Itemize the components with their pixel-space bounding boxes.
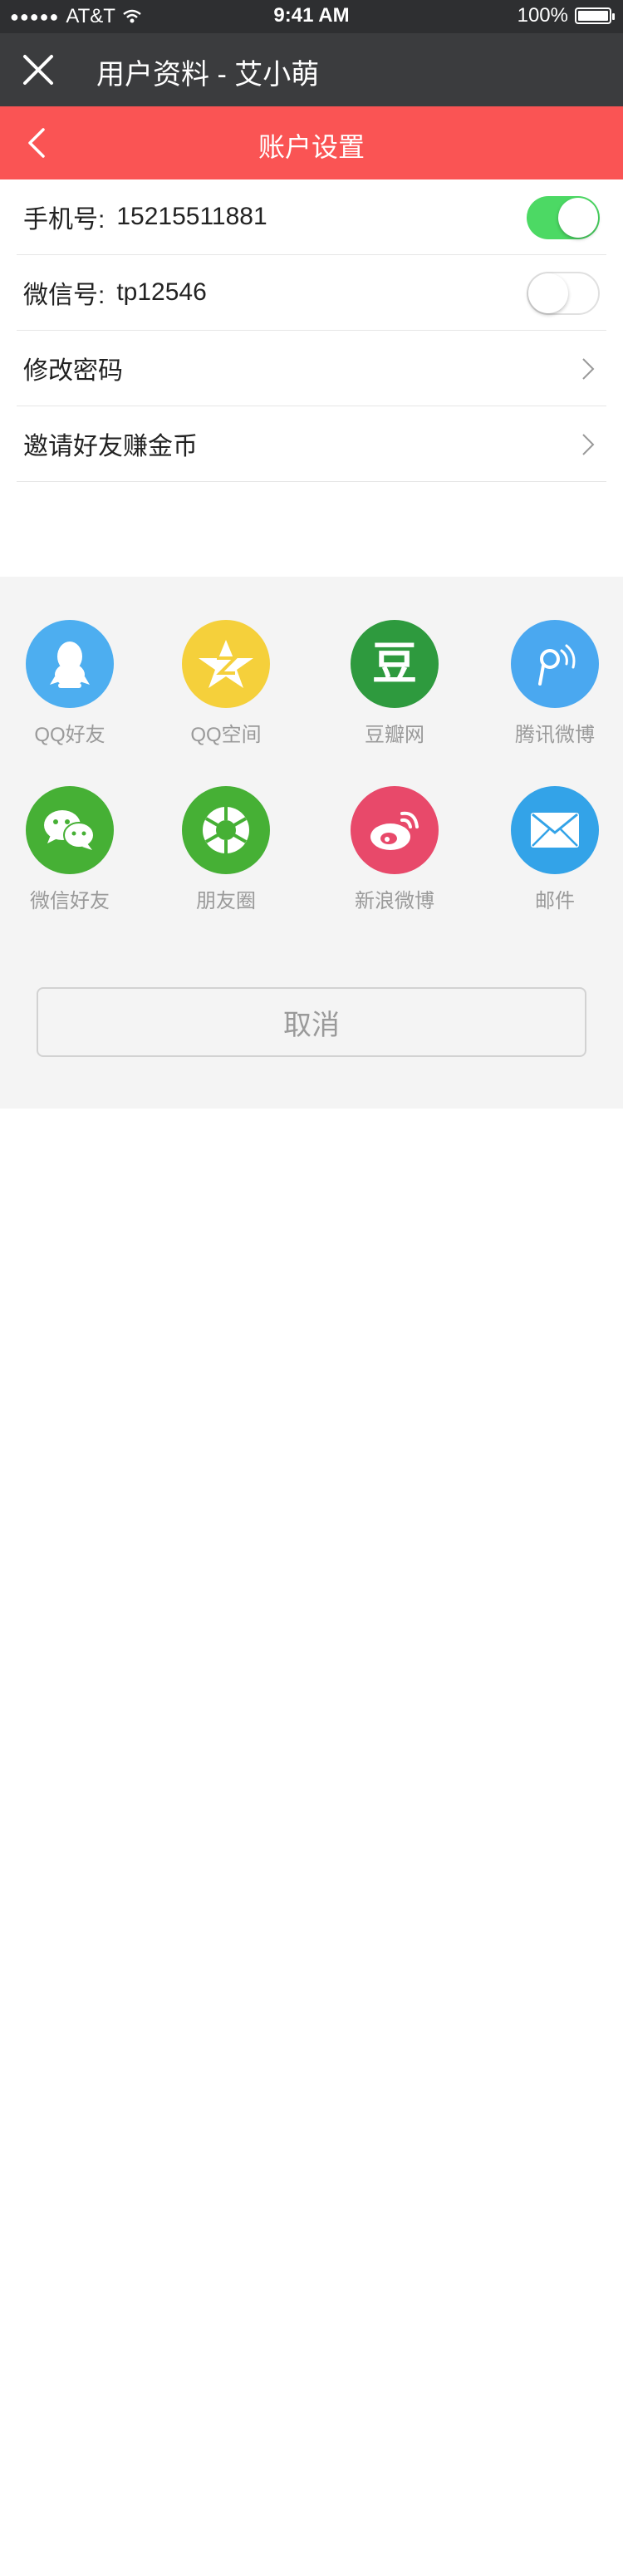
share-item-label: 新浪微博	[355, 890, 434, 912]
settings-list: 手机号: 15215511881 微信号: tp12546 修改密码 邀请好友赚…	[0, 179, 623, 482]
douban-glyph: 豆	[372, 639, 417, 689]
douban-icon: 豆	[351, 620, 439, 708]
cancel-button[interactable]: 取消	[37, 987, 586, 1057]
battery-label: 100%	[517, 4, 568, 27]
qzone-icon	[182, 620, 270, 708]
wechat-toggle[interactable]	[527, 272, 600, 315]
wechat-row: 微信号: tp12546	[17, 255, 606, 331]
share-moments[interactable]: 朋友圈	[159, 786, 292, 913]
share-qq-friends[interactable]: QQ好友	[3, 620, 136, 747]
share-item-label: 腾讯微博	[515, 724, 595, 746]
share-item-label: QQ空间	[190, 724, 262, 746]
share-item-label: QQ好友	[34, 724, 105, 746]
wechat-label: 微信号:	[23, 282, 105, 309]
chevron-right-icon	[582, 434, 595, 455]
phone-toggle[interactable]	[527, 196, 600, 239]
sina-weibo-icon	[351, 786, 439, 874]
share-tencent-weibo[interactable]: 腾讯微博	[488, 620, 621, 747]
share-sina-weibo[interactable]: 新浪微博	[328, 786, 461, 913]
status-bar: ●●●●● AT&T 9:41 AM 100%	[0, 0, 623, 33]
tencent-weibo-icon	[511, 620, 599, 708]
wechat-icon	[26, 786, 114, 874]
invite-friends-label: 邀请好友赚金币	[23, 433, 198, 460]
header-bar: 账户设置	[0, 106, 623, 179]
share-item-label: 豆瓣网	[365, 724, 424, 746]
share-wechat-friends[interactable]: 微信好友	[3, 786, 136, 913]
share-panel: QQ好友 QQ空间 豆 豆瓣网 腾讯微博 微信好友 朋友圈 新浪微博 邮件 取消	[0, 577, 623, 1109]
change-password-row[interactable]: 修改密码	[17, 331, 606, 406]
close-icon[interactable]	[20, 52, 56, 88]
phone-label: 手机号:	[23, 206, 105, 234]
qq-icon	[26, 620, 114, 708]
share-qzone[interactable]: QQ空间	[159, 620, 292, 747]
wechat-value: tp12546	[116, 278, 207, 306]
title-bar: 用户资料 - 艾小萌	[0, 33, 623, 106]
share-item-label: 朋友圈	[196, 890, 256, 912]
share-douban[interactable]: 豆 豆瓣网	[328, 620, 461, 747]
page-title: 用户资料 - 艾小萌	[96, 59, 320, 91]
change-password-label: 修改密码	[23, 357, 123, 385]
chevron-right-icon	[582, 358, 595, 380]
mail-icon	[511, 786, 599, 874]
share-item-label: 微信好友	[30, 890, 110, 912]
invite-friends-row[interactable]: 邀请好友赚金币	[17, 406, 606, 482]
battery-icon	[575, 7, 615, 24]
share-mail[interactable]: 邮件	[488, 786, 621, 913]
phone-row: 手机号: 15215511881	[17, 179, 606, 255]
moments-icon	[182, 786, 270, 874]
phone-value: 15215511881	[116, 203, 267, 230]
share-item-label: 邮件	[535, 890, 575, 912]
header-title: 账户设置	[258, 132, 365, 162]
